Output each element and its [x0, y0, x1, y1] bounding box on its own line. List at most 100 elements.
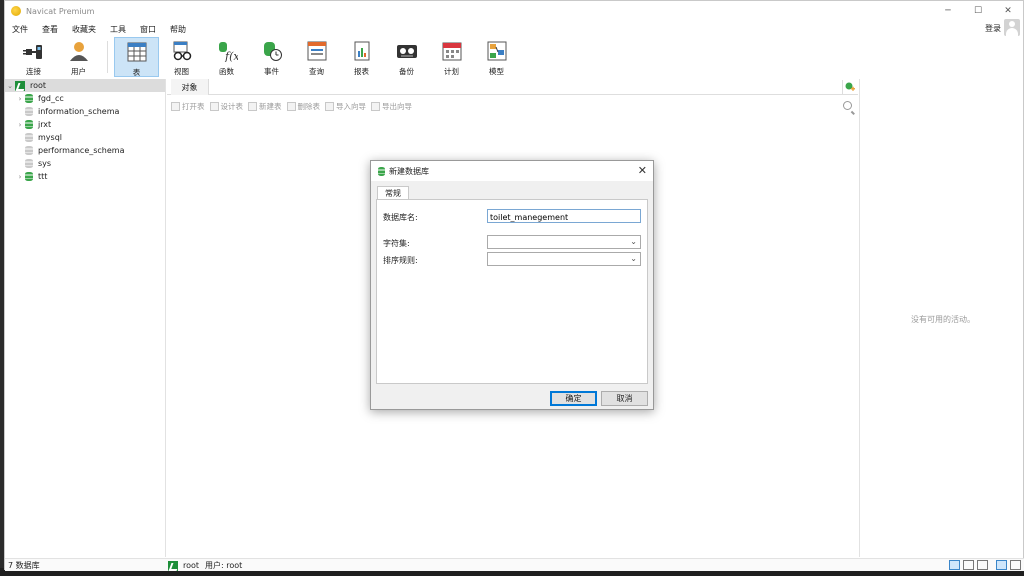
toolbar-model-button[interactable]: 模型 — [474, 37, 519, 77]
function-icon: f(x) — [216, 40, 238, 62]
tree-db-jrxt[interactable]: › jrxt — [5, 118, 51, 131]
event-clock-icon — [261, 40, 283, 62]
db-name-input[interactable] — [487, 209, 641, 223]
toolbar-backup-label: 备份 — [399, 67, 414, 76]
toolbar-event-button[interactable]: 事件 — [249, 37, 294, 77]
import-wizard-label: 导入向导 — [336, 101, 366, 111]
tree-db-fgd-cc[interactable]: › fgd_cc — [5, 92, 64, 105]
menu-bar: 文件 查看 收藏夹 工具 窗口 帮助 — [5, 22, 193, 36]
search-icon[interactable] — [843, 101, 852, 110]
cancel-button[interactable]: 取消 — [601, 391, 648, 406]
status-user: 用户: root — [205, 561, 243, 570]
database-icon — [25, 159, 33, 168]
toolbar-user-button[interactable]: 用户 — [56, 37, 101, 77]
toolbar-backup-button[interactable]: 备份 — [384, 37, 429, 77]
tree-db-label: sys — [38, 159, 52, 168]
tree-connection-root[interactable]: ⌄ root — [5, 79, 165, 92]
tab-objects[interactable]: 对象 — [171, 79, 209, 95]
export-wizard-label: 导出向导 — [382, 101, 412, 111]
toolbar-schedule-button[interactable]: 计划 — [429, 37, 474, 77]
menu-view[interactable]: 查看 — [35, 24, 65, 35]
collation-label: 排序规则: — [383, 256, 418, 265]
toolbar-connection-button[interactable]: 连接 — [11, 37, 56, 77]
backup-icon — [396, 40, 418, 62]
navicat-logo-icon — [11, 6, 21, 16]
close-icon[interactable]: ✕ — [638, 164, 647, 177]
menu-tools[interactable]: 工具 — [103, 24, 133, 35]
tree-db-sys[interactable]: sys — [5, 157, 51, 170]
open-table-icon — [171, 101, 180, 111]
dialog-title-bar: 新建数据库 ✕ — [371, 161, 653, 181]
avatar-icon[interactable] — [1004, 19, 1020, 36]
status-connection-name: root — [183, 561, 200, 570]
chevron-down-icon[interactable]: ⌄ — [5, 82, 15, 90]
chevron-down-icon: ⌄ — [630, 237, 637, 246]
design-table-button[interactable]: 设计表 — [209, 101, 243, 112]
charset-label: 字符集: — [383, 239, 410, 248]
maximize-button[interactable]: ☐ — [963, 1, 993, 21]
toolbar-function-button[interactable]: f(x) 函数 — [204, 37, 249, 77]
new-table-button[interactable]: 新建表 — [248, 101, 282, 112]
tree-db-mysql[interactable]: mysql — [5, 131, 62, 144]
toolbar-table-button[interactable]: 表 — [114, 37, 159, 77]
new-tab-button[interactable] — [842, 80, 856, 94]
query-icon — [306, 40, 328, 62]
database-icon — [25, 120, 33, 129]
menu-window[interactable]: 窗口 — [133, 24, 163, 35]
toolbar-view-button[interactable]: 视图 — [159, 37, 204, 77]
app-title: Navicat Premium — [26, 6, 95, 16]
toolbar-query-button[interactable]: 查询 — [294, 37, 339, 77]
tree-db-information-schema[interactable]: information_schema — [5, 105, 119, 118]
add-tab-icon — [845, 82, 855, 91]
db-name-label: 数据库名: — [383, 213, 418, 222]
chevron-right-icon[interactable]: › — [15, 95, 25, 103]
table-icon — [126, 41, 148, 63]
new-table-label: 新建表 — [259, 101, 282, 111]
main-toolbar: 连接 用户 表 视图 f(函数 事件 查询 报表 备份 计划 模型 — [5, 37, 1023, 77]
view-mode-switcher — [946, 560, 1021, 570]
import-icon — [325, 101, 334, 111]
toolbar-connection-label: 连接 — [26, 67, 41, 76]
tree-db-label: information_schema — [38, 107, 120, 116]
collation-select[interactable]: ⌄ — [487, 252, 641, 266]
chevron-right-icon[interactable]: › — [15, 121, 25, 129]
ok-button[interactable]: 确定 — [550, 391, 597, 406]
report-icon — [351, 40, 373, 62]
minimize-button[interactable]: ─ — [933, 1, 963, 21]
export-wizard-button[interactable]: 导出向导 — [371, 101, 412, 112]
delete-table-button[interactable]: 删除表 — [286, 101, 320, 112]
status-bar: 7 数据库 root 用户: root — [5, 558, 1024, 571]
grid-view-icon[interactable] — [949, 560, 960, 570]
toolbar-function-label: 函数 — [219, 67, 234, 76]
menu-file[interactable]: 文件 — [5, 24, 35, 35]
delete-table-icon — [286, 101, 296, 111]
toolbar-view-label: 视图 — [174, 67, 189, 76]
close-button[interactable]: ✕ — [993, 1, 1023, 21]
model-icon — [486, 40, 508, 62]
pane-left-icon[interactable] — [996, 560, 1007, 570]
object-actions: 打开表 设计表 新建表 删除表 导入向导 导出向导 — [171, 100, 417, 112]
menu-favorites[interactable]: 收藏夹 — [65, 24, 103, 35]
object-tab-bar: 对象 — [167, 79, 858, 95]
export-icon — [371, 101, 380, 111]
toolbar-separator — [107, 41, 108, 73]
detail-view-icon[interactable] — [977, 560, 988, 570]
calendar-icon — [441, 40, 463, 62]
tab-general[interactable]: 常规 — [377, 186, 409, 200]
toolbar-report-button[interactable]: 报表 — [339, 37, 384, 77]
charset-select[interactable]: ⌄ — [487, 235, 641, 249]
dialog-form: 数据库名: 字符集: ⌄ 排序规则: ⌄ — [376, 199, 648, 384]
menu-help[interactable]: 帮助 — [163, 24, 193, 35]
tree-db-ttt[interactable]: › ttt — [5, 170, 47, 183]
tree-db-performance-schema[interactable]: performance_schema — [5, 144, 125, 157]
chevron-right-icon[interactable]: › — [15, 173, 25, 181]
pane-right-icon[interactable] — [1010, 560, 1021, 570]
view-glasses-icon — [171, 40, 193, 62]
login-link[interactable]: 登录 — [985, 23, 1001, 34]
open-table-button[interactable]: 打开表 — [171, 101, 205, 112]
chevron-down-icon: ⌄ — [630, 254, 637, 263]
toolbar-schedule-label: 计划 — [444, 67, 459, 76]
import-wizard-button[interactable]: 导入向导 — [325, 101, 366, 112]
list-view-icon[interactable] — [963, 560, 974, 570]
tree-db-label: performance_schema — [38, 146, 125, 155]
